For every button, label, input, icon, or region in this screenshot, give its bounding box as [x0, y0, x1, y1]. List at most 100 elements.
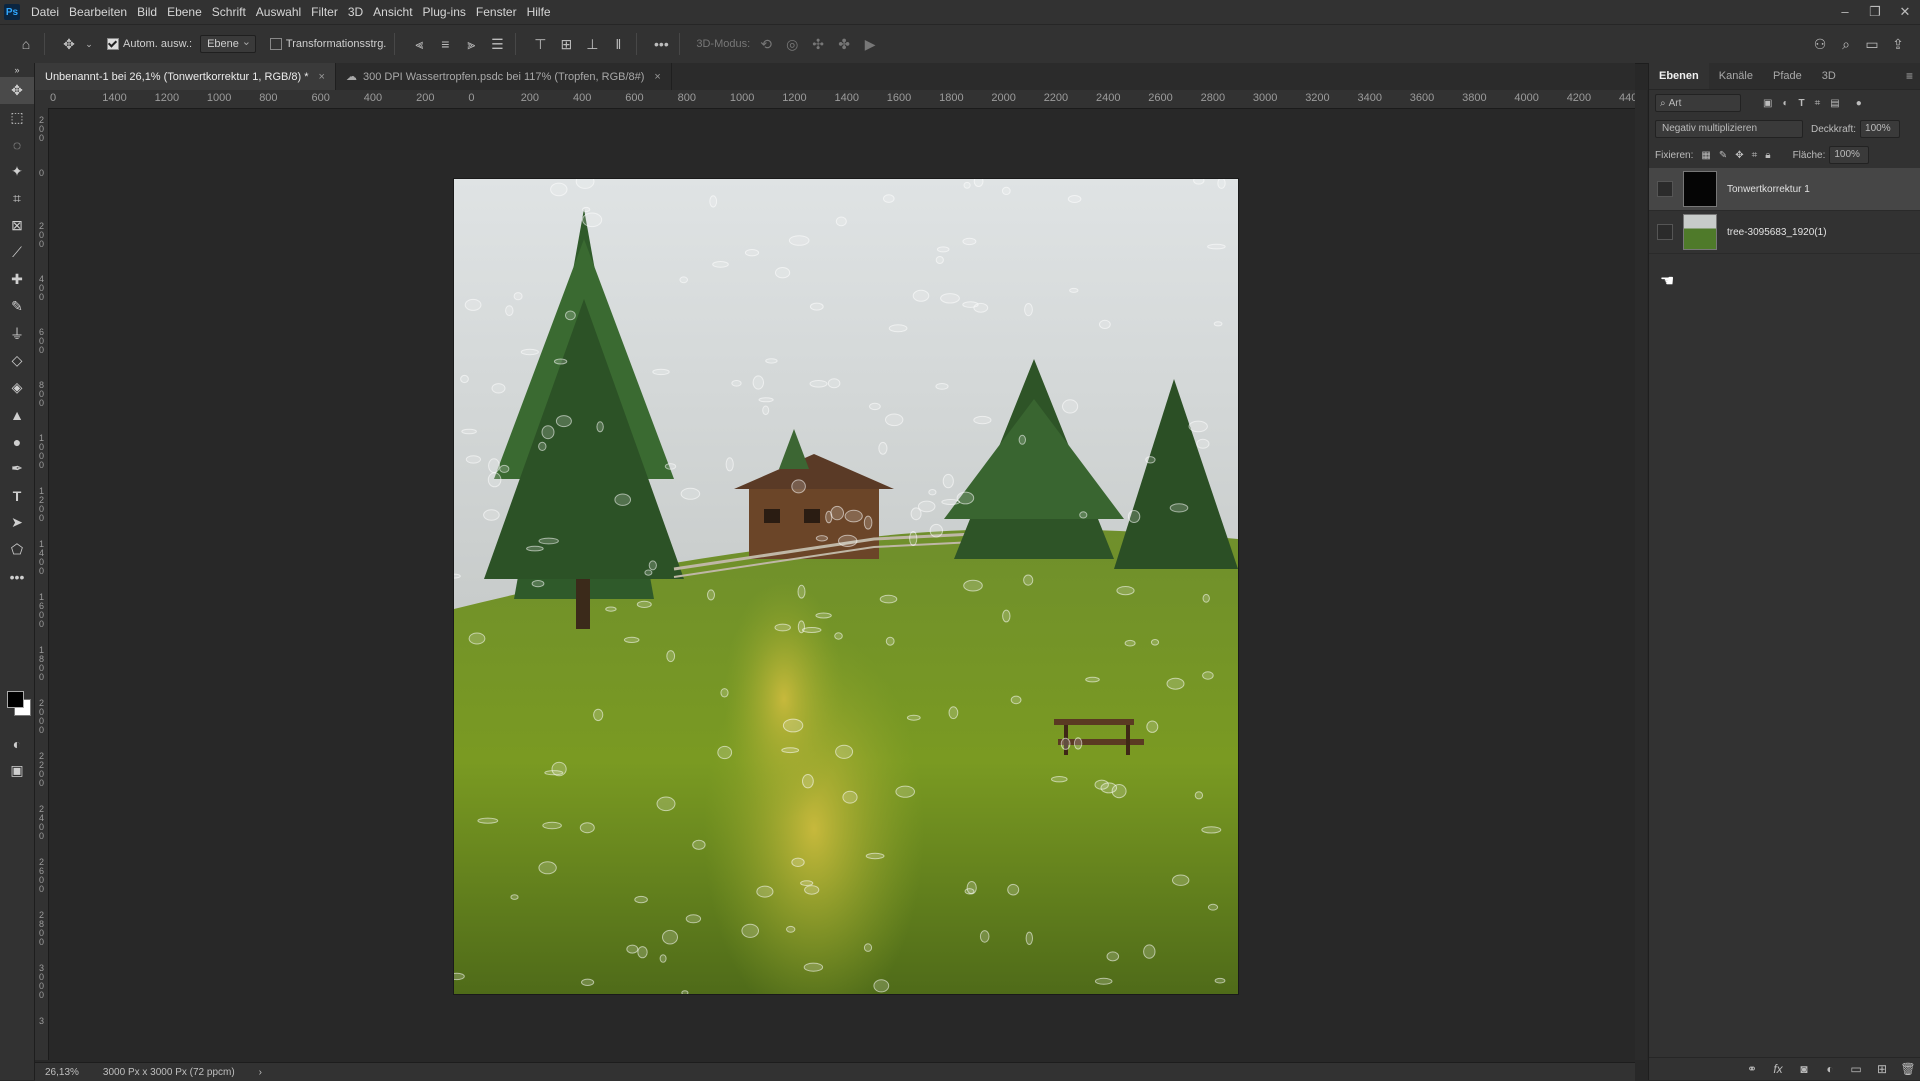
filter-smartobject-icon[interactable]: ▤: [1830, 98, 1839, 109]
link-layers-icon[interactable]: ⚭: [1739, 1062, 1765, 1076]
align-right-icon[interactable]: ⫸: [461, 34, 481, 54]
filter-toggle-icon[interactable]: ●: [1856, 98, 1862, 109]
lock-pixels-icon[interactable]: ✎: [1719, 150, 1727, 161]
filter-adjustment-icon[interactable]: ◐: [1782, 98, 1788, 109]
menu-fenster[interactable]: Fenster: [471, 0, 522, 24]
frame-tool-icon[interactable]: ⊠: [0, 212, 34, 239]
blend-mode-dropdown[interactable]: Negativ multiplizieren: [1655, 120, 1803, 138]
visibility-toggle[interactable]: [1657, 181, 1673, 197]
close-icon[interactable]: ×: [319, 71, 325, 83]
filter-shape-icon[interactable]: ⌗: [1815, 98, 1821, 109]
lock-all-icon[interactable]: 🔒︎: [1765, 150, 1770, 161]
fill-input[interactable]: 100%: [1829, 146, 1870, 164]
foreground-color-swatch[interactable]: [7, 691, 24, 708]
add-mask-icon[interactable]: ◙: [1791, 1062, 1817, 1076]
lock-artboard-icon[interactable]: ⌗: [1752, 150, 1758, 161]
share-icon[interactable]: ⇪: [1888, 34, 1908, 54]
document-canvas[interactable]: [454, 179, 1238, 994]
dodge-tool-icon[interactable]: ●: [0, 428, 34, 455]
lock-transparency-icon[interactable]: ▦: [1701, 150, 1710, 161]
auto-select-option[interactable]: Autom. ausw.:: [107, 38, 192, 50]
chevron-down-icon[interactable]: ⌄: [79, 34, 99, 54]
crop-tool-icon[interactable]: ⌗: [0, 185, 34, 212]
healing-brush-icon[interactable]: ✚: [0, 266, 34, 293]
tab-ebenen[interactable]: Ebenen: [1649, 63, 1709, 89]
screen-mode-icon[interactable]: ▣: [0, 757, 34, 784]
new-adjustment-icon[interactable]: ◐: [1817, 1062, 1843, 1076]
learn-icon[interactable]: ⚇: [1810, 34, 1830, 54]
home-icon[interactable]: ⌂: [16, 34, 36, 54]
clone-stamp-icon[interactable]: ⏚: [0, 320, 34, 347]
fx-icon[interactable]: fx: [1765, 1062, 1791, 1076]
marquee-tool-icon[interactable]: ⬚: [0, 104, 34, 131]
3d-orbit-icon[interactable]: ⟲: [756, 34, 776, 54]
zoom-level[interactable]: 26,13%: [45, 1067, 79, 1078]
layer-row-tree[interactable]: tree-3095683_1920(1): [1649, 211, 1920, 254]
tab-wassertropfen[interactable]: ☁ 300 DPI Wassertropfen.psdc bei 117% (T…: [336, 63, 672, 90]
lasso-tool-icon[interactable]: ◌: [0, 131, 34, 158]
brush-tool-icon[interactable]: ✎: [0, 293, 34, 320]
search-icon[interactable]: ⌕: [1836, 34, 1856, 54]
layer-filter-dropdown[interactable]: ⌕ Art: [1655, 94, 1741, 112]
menu-schrift[interactable]: Schrift: [207, 0, 251, 24]
filter-pixel-icon[interactable]: ▣: [1763, 98, 1772, 109]
visibility-toggle[interactable]: [1657, 224, 1673, 240]
paint-bucket-icon[interactable]: ◈: [0, 374, 34, 401]
auto-select-checkbox[interactable]: [107, 38, 119, 50]
type-tool-icon[interactable]: T: [0, 482, 34, 509]
3d-camera-icon[interactable]: ▶: [860, 34, 880, 54]
move-tool-icon[interactable]: ✥: [0, 77, 34, 104]
3d-roll-icon[interactable]: ◎: [782, 34, 802, 54]
workspace-icon[interactable]: ▭: [1862, 34, 1882, 54]
layer-name[interactable]: tree-3095683_1920(1): [1727, 227, 1827, 238]
shape-tool-icon[interactable]: ⬠: [0, 536, 34, 563]
move-tool-icon[interactable]: ✥: [59, 34, 79, 54]
ruler-origin[interactable]: [35, 90, 48, 108]
align-center-h-icon[interactable]: ≡: [435, 34, 455, 54]
menu-datei[interactable]: Datei: [26, 0, 64, 24]
filter-type-icon[interactable]: T: [1799, 98, 1805, 109]
path-selection-icon[interactable]: ➤: [0, 509, 34, 536]
menu-plugins[interactable]: Plug-ins: [418, 0, 471, 24]
menu-filter[interactable]: Filter: [306, 0, 343, 24]
new-group-icon[interactable]: ▭: [1843, 1062, 1869, 1076]
tab-3d[interactable]: 3D: [1812, 63, 1846, 89]
close-window-icon[interactable]: ✕: [1890, 0, 1920, 24]
close-icon[interactable]: ×: [654, 71, 660, 83]
more-tools-icon[interactable]: •••: [0, 563, 34, 590]
quick-mask-icon[interactable]: ◐: [0, 730, 34, 757]
photoshop-logo[interactable]: Ps: [4, 4, 20, 20]
auto-select-dropdown[interactable]: Ebene: [200, 35, 256, 53]
pen-tool-icon[interactable]: ✒: [0, 455, 34, 482]
tab-unbenannt-1[interactable]: Unbenannt-1 bei 26,1% (Tonwertkorrektur …: [35, 63, 336, 90]
3d-slide-icon[interactable]: ✤: [834, 34, 854, 54]
3d-pan-icon[interactable]: ✣: [808, 34, 828, 54]
magic-wand-icon[interactable]: ✦: [0, 158, 34, 185]
eraser-tool-icon[interactable]: ◇: [0, 347, 34, 374]
restore-icon[interactable]: ❐: [1860, 0, 1890, 24]
panel-menu-icon[interactable]: ≡: [1906, 69, 1913, 83]
distribute-v-icon[interactable]: ‖: [608, 34, 628, 54]
menu-auswahl[interactable]: Auswahl: [251, 0, 306, 24]
distribute-h-icon[interactable]: ☰: [487, 34, 507, 54]
tab-kanaele[interactable]: Kanäle: [1709, 63, 1763, 89]
blur-tool-icon[interactable]: ▲: [0, 401, 34, 428]
new-layer-icon[interactable]: ⊞: [1869, 1062, 1895, 1076]
status-expand-icon[interactable]: ›: [259, 1067, 262, 1078]
layer-name[interactable]: Tonwertkorrektur 1: [1727, 184, 1810, 195]
opacity-input[interactable]: 100%: [1860, 120, 1901, 138]
minimize-icon[interactable]: –: [1830, 0, 1860, 24]
more-options-icon[interactable]: •••: [651, 34, 671, 54]
vertical-ruler[interactable]: 200 0 200 400 600 800 1000 1200 1400 1600 1800 2000…: [35, 108, 49, 1060]
menu-3d[interactable]: 3D: [343, 0, 368, 24]
menu-hilfe[interactable]: Hilfe: [522, 0, 556, 24]
lock-position-icon[interactable]: ✥: [1735, 150, 1743, 161]
canvas-scrollbar[interactable]: [1635, 90, 1647, 1060]
layer-row-tonwertkorrektur[interactable]: Tonwertkorrektur 1: [1649, 168, 1920, 211]
menu-bearbeiten[interactable]: Bearbeiten: [64, 0, 132, 24]
menu-bild[interactable]: Bild: [132, 0, 162, 24]
align-middle-v-icon[interactable]: ⊞: [556, 34, 576, 54]
align-bottom-icon[interactable]: ⊥: [582, 34, 602, 54]
menu-ansicht[interactable]: Ansicht: [368, 0, 417, 24]
tab-pfade[interactable]: Pfade: [1763, 63, 1812, 89]
